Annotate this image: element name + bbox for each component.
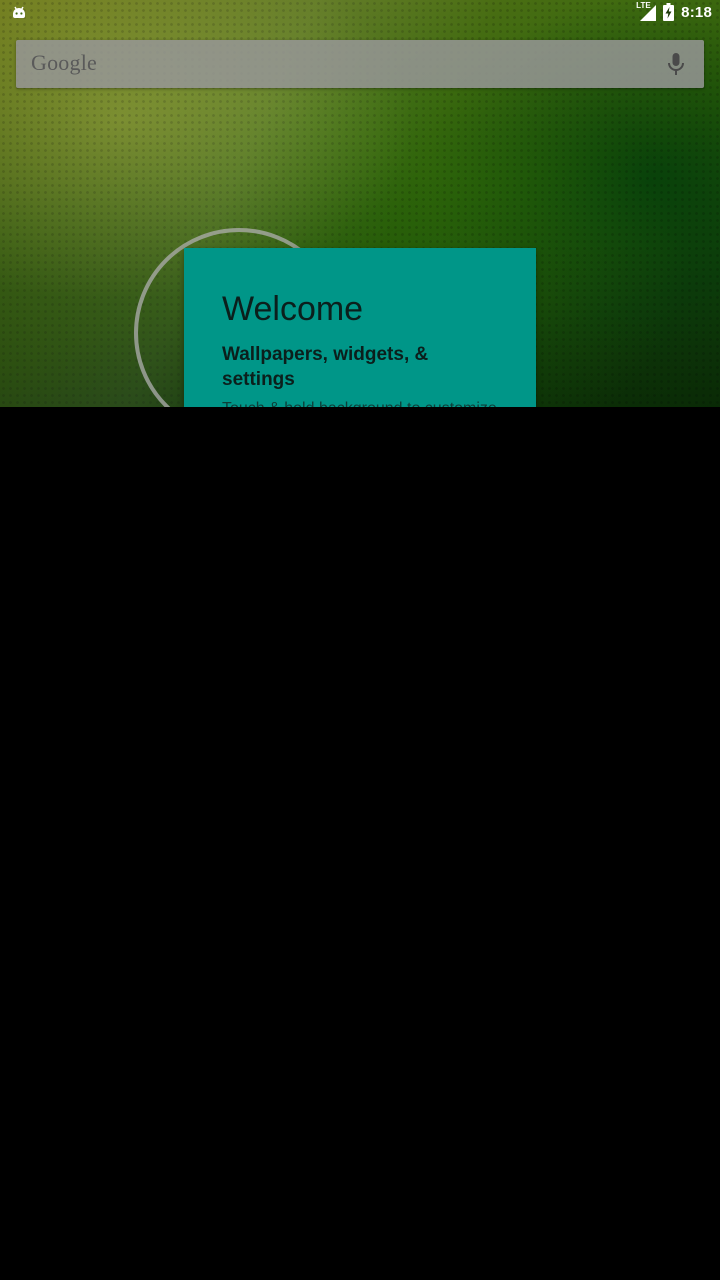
welcome-title: Welcome (222, 290, 364, 328)
mic-icon[interactable] (666, 52, 686, 76)
home-screen: LTE 8:18 Google Welcome Wallpapers, widg… (0, 0, 720, 1280)
status-icons: LTE 8:18 (636, 1, 712, 22)
google-search-bar[interactable]: Google (16, 40, 704, 88)
welcome-subtitle: Wallpapers, widgets, & settings (222, 344, 429, 390)
android-notification-icon (10, 3, 28, 21)
status-time: 8:18 (681, 3, 712, 21)
google-logo: Google (31, 50, 97, 75)
welcome-card: Welcome Wallpapers, widgets, & settings … (184, 248, 536, 407)
network-type-label: LTE (636, 1, 651, 10)
status-bar: LTE 8:18 (0, 0, 720, 24)
lte-signal-icon: LTE (636, 1, 657, 21)
wallpaper[interactable]: LTE 8:18 Google Welcome Wallpapers, widg… (0, 0, 720, 407)
welcome-body: Touch & hold background to customize (222, 398, 512, 407)
black-screen-area (0, 407, 720, 1280)
battery-charging-icon (663, 3, 675, 21)
